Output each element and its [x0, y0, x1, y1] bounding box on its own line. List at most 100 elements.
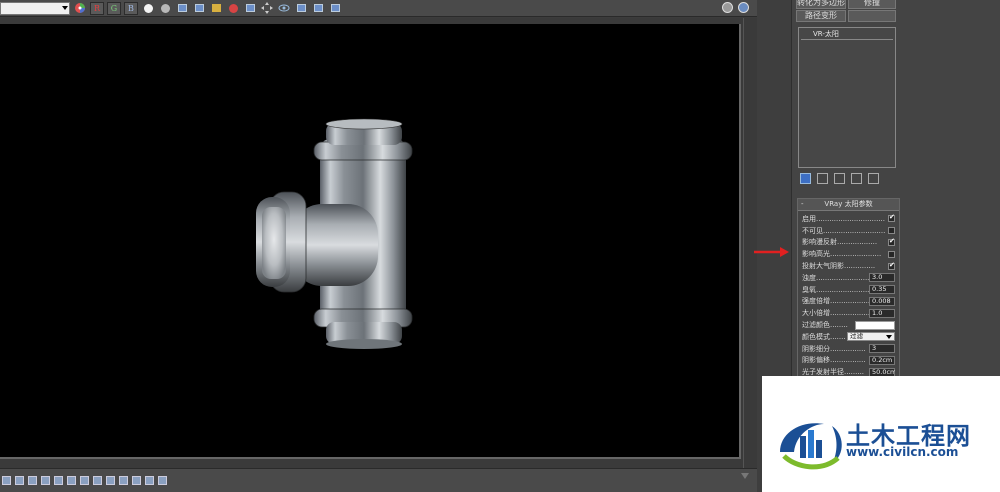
flag-icon[interactable]: [119, 476, 128, 485]
make-unique-icon[interactable]: [834, 172, 845, 184]
tee-pipe-fitting-render: [256, 118, 413, 349]
param-row: 启用...............................: [802, 213, 895, 225]
eye-icon[interactable]: [277, 2, 291, 15]
lens-effects-icon[interactable]: [311, 2, 325, 15]
pin-stack-icon[interactable]: [800, 172, 811, 184]
param-row: 强度倍增................... 0.008: [802, 296, 895, 308]
param-spinner[interactable]: 1.0: [869, 308, 895, 318]
viewport-dropdown[interactable]: [0, 1, 70, 15]
convert-to-poly-button[interactable]: 转化为多边形: [796, 0, 846, 9]
param-row: 影响漫反射..................: [802, 237, 895, 249]
param-checkbox[interactable]: [888, 213, 895, 223]
param-label: 影响高光.......................: [802, 250, 882, 259]
app-window: R G B 转化为多边形 修撞 路径变形 VR-太阳 - VRay 太阳参数 启…: [0, 0, 1000, 492]
param-row: 大小倍增................... 1.0: [802, 307, 895, 319]
param-label: 颜色模式.......: [802, 332, 846, 341]
params-list: 启用............................... 不可见....…: [798, 211, 899, 378]
frame-icon[interactable]: [15, 476, 24, 485]
param-spinner[interactable]: 0.008: [869, 296, 895, 306]
green-channel-button[interactable]: G: [107, 1, 121, 15]
lut-icon[interactable]: [54, 476, 63, 485]
param-row: 投射大气阴影..............: [802, 260, 895, 272]
param-label: 阴影细分................: [802, 344, 866, 353]
stop-render-icon[interactable]: [226, 2, 240, 15]
layer-icon[interactable]: [2, 476, 11, 485]
render-icon[interactable]: [41, 476, 50, 485]
param-checkbox[interactable]: [888, 227, 895, 235]
param-spinner[interactable]: 0.35: [869, 285, 895, 295]
viewport-scroll-edge: [743, 18, 757, 468]
color-swatch-icon[interactable]: [106, 476, 115, 485]
param-label: 臭氧...........................: [802, 285, 869, 294]
param-checkbox[interactable]: [888, 237, 895, 246]
open-folder-icon[interactable]: [209, 2, 223, 15]
param-row: 阴影细分................ 3: [802, 343, 895, 355]
settings-icon[interactable]: [67, 476, 76, 485]
color-wheel-icon[interactable]: [73, 2, 87, 15]
path-deform-button[interactable]: 路径变形: [796, 10, 846, 22]
mono-icon[interactable]: [158, 2, 172, 15]
color-mode-select[interactable]: 过滤: [847, 332, 895, 342]
civilcn-logo-icon: [780, 423, 842, 470]
modify-button[interactable]: 修撞: [848, 0, 896, 9]
param-label: 强度倍增...................: [802, 297, 869, 306]
param-spinner[interactable]: 0.2cm: [869, 355, 895, 365]
render-viewport[interactable]: [0, 24, 741, 459]
filter-color-swatch[interactable]: [855, 320, 895, 330]
configure-sets-icon[interactable]: [868, 172, 879, 184]
expand-triangle-icon[interactable]: [741, 473, 749, 479]
red-channel-button[interactable]: R: [90, 1, 104, 15]
settings-round-icon[interactable]: [722, 2, 733, 13]
color-correction-icon[interactable]: [328, 2, 342, 15]
red-arrow-icon: [754, 247, 789, 257]
stack-icons-row: [798, 171, 896, 185]
rollout-title: VRay 太阳参数: [824, 200, 873, 208]
clone-frame-icon[interactable]: [192, 2, 206, 15]
param-row: 颜色模式....... 过滤: [802, 331, 895, 343]
vfb-history-icon[interactable]: [294, 2, 308, 15]
param-checkbox[interactable]: [888, 261, 895, 270]
param-checkbox[interactable]: [888, 250, 895, 258]
vray-sun-params-rollout: - VRay 太阳参数 启用..........................…: [797, 198, 900, 378]
empty-modifier-button[interactable]: [848, 10, 896, 22]
blue-channel-button[interactable]: B: [124, 1, 138, 15]
bottom-toolbar: [0, 468, 757, 492]
rollout-header[interactable]: - VRay 太阳参数: [798, 199, 899, 211]
remove-modifier-icon[interactable]: [851, 172, 862, 184]
white-alpha-icon[interactable]: [141, 2, 155, 15]
region-render-icon[interactable]: [243, 2, 257, 15]
param-row: 过滤颜色........: [802, 319, 895, 331]
show-end-result-icon[interactable]: [817, 172, 828, 184]
grid-icon[interactable]: [132, 476, 141, 485]
param-row: 阴影偏移................ 0.2cm: [802, 355, 895, 367]
pan-icon[interactable]: [260, 2, 274, 15]
param-label: 投射大气阴影..............: [802, 262, 876, 271]
param-label: 浊度...........................: [802, 273, 869, 282]
param-label: 不可见............................: [802, 226, 886, 235]
save-image-icon[interactable]: [175, 2, 189, 15]
histogram-icon[interactable]: [145, 476, 154, 485]
image-icon[interactable]: [28, 476, 37, 485]
modifier-stack-list[interactable]: VR-太阳: [798, 27, 896, 168]
param-row: 不可见............................: [802, 225, 895, 237]
param-label: 过滤颜色........: [802, 321, 848, 330]
chevron-down-icon: [62, 5, 68, 10]
param-row: 影响高光.......................: [802, 248, 895, 260]
lock-icon[interactable]: [80, 476, 89, 485]
pipette-icon[interactable]: [93, 476, 102, 485]
param-label: 影响漫反射..................: [802, 238, 878, 247]
compare-icon[interactable]: [158, 476, 167, 485]
render-frame-toolbar: R G B: [0, 0, 757, 17]
param-label: 阴影偏移................: [802, 356, 866, 365]
param-spinner[interactable]: 3: [869, 344, 895, 354]
collapse-icon[interactable]: -: [801, 199, 804, 210]
watermark-logo: 土木工程网 www.civilcn.com: [762, 376, 1000, 492]
param-label: 大小倍增...................: [802, 309, 869, 318]
param-spinner[interactable]: 3.0: [869, 273, 895, 283]
param-label: 启用...............................: [802, 214, 885, 223]
param-row: 臭氧........................... 0.35: [802, 284, 895, 296]
modifier-stack-item[interactable]: VR-太阳: [801, 30, 893, 40]
param-row: 浊度........................... 3.0: [802, 272, 895, 284]
info-round-icon[interactable]: [738, 2, 749, 13]
watermark-url: www.civilcn.com: [846, 445, 959, 459]
